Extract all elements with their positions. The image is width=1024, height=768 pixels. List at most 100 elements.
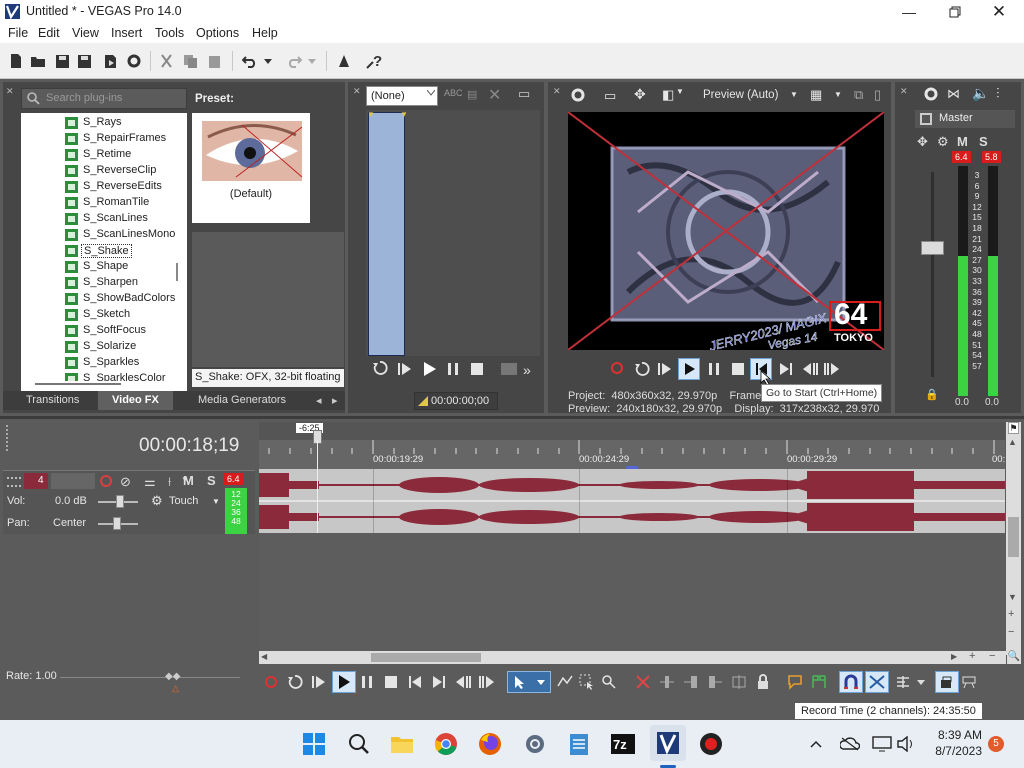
undo-dropdown-icon[interactable]: [262, 51, 274, 71]
properties-gear-icon[interactable]: [124, 51, 144, 71]
pan-slider-handle[interactable]: [113, 517, 121, 530]
settings-gear-icon[interactable]: [520, 729, 550, 759]
redo-dropdown-icon[interactable]: [306, 51, 318, 71]
menu-help[interactable]: Help: [252, 26, 278, 40]
panel-grip[interactable]: ✕: [6, 86, 16, 366]
timeline-vscroll[interactable]: ⚑ ▲ ▼ + −: [1006, 422, 1021, 655]
menu-view[interactable]: View: [72, 26, 99, 40]
previous-frame-icon[interactable]: [802, 362, 818, 376]
scroll-right-icon[interactable]: ▶: [951, 652, 957, 661]
play-button[interactable]: [678, 358, 700, 380]
tab-video-fx[interactable]: Video FX: [98, 391, 173, 410]
touch-gear-icon[interactable]: ⚙: [151, 493, 163, 509]
ripple-edit-icon[interactable]: [893, 672, 913, 692]
chevron-down-icon[interactable]: ▼: [790, 90, 798, 99]
list-item[interactable]: S_SoftFocus: [21, 323, 187, 339]
list-item[interactable]: S_Shape: [21, 259, 187, 275]
scroll-down-icon[interactable]: ▼: [1008, 592, 1017, 602]
copy-icon[interactable]: [180, 51, 200, 71]
delete-icon[interactable]: [633, 672, 653, 692]
menu-tools[interactable]: Tools: [155, 26, 184, 40]
audio-event[interactable]: [259, 469, 1005, 533]
vscroll-thumb[interactable]: [1008, 517, 1019, 557]
go-to-start-icon[interactable]: [405, 672, 425, 692]
undo-icon[interactable]: [240, 51, 260, 71]
record-icon[interactable]: [261, 672, 281, 692]
menu-file[interactable]: File: [8, 26, 28, 40]
delete-icon[interactable]: ✕: [488, 85, 501, 105]
save-as-icon[interactable]: [74, 51, 94, 71]
next-frame-icon[interactable]: [477, 672, 497, 692]
lock-icon[interactable]: 🔒: [925, 388, 939, 401]
trim-icon[interactable]: [657, 672, 677, 692]
list-item[interactable]: S_Sketch: [21, 307, 187, 323]
list-item[interactable]: S_Sharpen: [21, 275, 187, 291]
grid-icon[interactable]: ▦: [810, 87, 822, 103]
speaker-icon[interactable]: 🔈: [972, 85, 989, 102]
track-grip[interactable]: [7, 477, 21, 487]
scroll-up-icon[interactable]: ▲: [1008, 437, 1017, 447]
pause-icon[interactable]: [708, 362, 720, 376]
list-item[interactable]: S_ShowBadColors: [21, 291, 187, 307]
track-solo-button[interactable]: S: [207, 473, 216, 488]
search-icon[interactable]: [344, 729, 374, 759]
normal-edit-tool[interactable]: [507, 671, 551, 693]
notification-badge[interactable]: 5: [988, 736, 1004, 752]
automation-mode[interactable]: Touch: [169, 495, 198, 507]
menu-options[interactable]: Options: [196, 26, 239, 40]
preview-quality-select[interactable]: Preview (Auto): [703, 89, 778, 101]
trim-end-icon[interactable]: [705, 672, 725, 692]
record-icon[interactable]: [611, 362, 623, 374]
whats-this-help-icon[interactable]: ?: [364, 51, 384, 71]
fx-gear-icon[interactable]: ⚙: [937, 134, 949, 150]
track-name-field[interactable]: [51, 473, 95, 489]
overlay-icon[interactable]: ◧: [662, 87, 674, 103]
volume-icon[interactable]: [894, 729, 918, 759]
zoom-in-icon[interactable]: +: [1008, 608, 1014, 620]
redo-icon[interactable]: [284, 51, 304, 71]
split-screen-icon[interactable]: ✥: [634, 86, 646, 103]
chevron-down-icon[interactable]: [915, 672, 927, 692]
rate-slider-track[interactable]: [60, 677, 240, 678]
firefox-icon[interactable]: [475, 729, 505, 759]
go-to-end-icon[interactable]: [429, 672, 449, 692]
zoom-out-icon[interactable]: −: [1008, 626, 1014, 638]
network-icon[interactable]: [870, 729, 894, 759]
tabs-scroll-left-icon[interactable]: ◂: [316, 394, 322, 407]
vol-slider-handle[interactable]: [116, 495, 124, 508]
lock-icon[interactable]: [753, 672, 773, 692]
time-ruler[interactable]: -6:25 00:00:19:29 00:00:24:29 00:00:29:2…: [259, 422, 1005, 470]
tab-media-generators[interactable]: Media Generators: [198, 394, 286, 406]
tab-transitions[interactable]: Transitions: [26, 394, 79, 406]
list-item[interactable]: S_ScanLinesMono: [21, 227, 187, 243]
list-item[interactable]: S_ReverseClip: [21, 163, 187, 179]
clock-date[interactable]: 8/7/2023: [930, 744, 982, 758]
loop-icon[interactable]: [634, 361, 650, 377]
plugin-tree[interactable]: S_Rays S_RepairFrames S_Retime S_Reverse…: [21, 113, 187, 393]
paste-icon[interactable]: [204, 51, 224, 71]
list-item[interactable]: S_Sparkles: [21, 355, 187, 371]
play-icon[interactable]: [423, 362, 437, 376]
track-mute-button[interactable]: M: [183, 473, 194, 488]
pause-icon[interactable]: [447, 362, 459, 376]
pause-icon[interactable]: [357, 672, 377, 692]
chevron-down-icon[interactable]: ▼: [834, 90, 842, 99]
envelope-edit-tool-icon[interactable]: [555, 672, 575, 692]
empty-track-area[interactable]: [259, 533, 1005, 655]
track-fx-icon[interactable]: ⚌: [144, 474, 156, 490]
chrome-icon[interactable]: [431, 729, 461, 759]
master-settings-gear-icon[interactable]: [923, 86, 939, 102]
trimmer-media-select[interactable]: (None): [366, 86, 438, 106]
save-snapshot-icon[interactable]: ▯: [874, 87, 881, 103]
rate-slider-handle[interactable]: ◆◆: [165, 671, 189, 682]
onedrive-icon[interactable]: [838, 729, 862, 759]
ignore-grouping-icon[interactable]: [959, 672, 979, 692]
trimmer-clip[interactable]: [368, 112, 405, 356]
save-icon[interactable]: [52, 51, 72, 71]
close-button[interactable]: ✕: [976, 0, 1022, 23]
list-item[interactable]: S_ScanLines: [21, 211, 187, 227]
search-plugins-input[interactable]: Search plug-ins: [21, 88, 187, 109]
list-item[interactable]: S_Solarize: [21, 339, 187, 355]
preset-thumbnail[interactable]: (Default): [192, 113, 310, 223]
go-to-end-icon[interactable]: [779, 362, 793, 376]
